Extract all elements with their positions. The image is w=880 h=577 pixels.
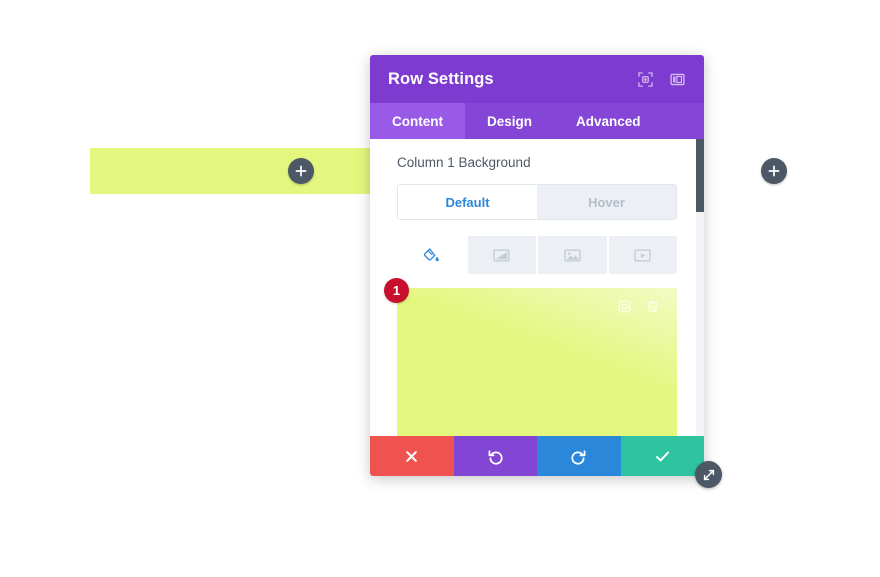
background-gradient-icon[interactable] [468,236,538,274]
add-row-button-right[interactable] [761,158,787,184]
resize-handle[interactable] [695,461,722,488]
modal-tabs: Content Design Advanced [370,103,704,139]
save-button[interactable] [620,436,704,476]
tab-design[interactable]: Design [465,103,554,139]
tab-content[interactable]: Content [370,103,465,139]
modal-title: Row Settings [388,69,494,88]
plus-icon [295,165,307,177]
background-color-preview[interactable]: 1 [384,278,677,436]
resize-diagonal-icon [702,468,716,482]
add-row-button-inline[interactable] [288,158,314,184]
modal-scrollbar-thumb[interactable] [696,139,704,212]
trash-icon[interactable] [645,299,661,315]
tab-advanced[interactable]: Advanced [554,103,663,139]
plus-icon [768,165,780,177]
layout-columns-icon[interactable] [664,66,690,92]
section-title: Column 1 Background [397,155,531,170]
background-color-icon[interactable] [397,236,468,274]
undo-icon [487,448,504,465]
background-image-icon[interactable] [538,236,609,274]
modal-header[interactable]: Row Settings [370,55,704,103]
undo-button[interactable] [453,436,537,476]
status-badge: 1 [384,278,409,303]
state-option-hover[interactable]: Hover [537,185,676,219]
state-option-default[interactable]: Default [398,185,537,219]
close-button[interactable] [370,436,454,476]
page-root: Row Settings Content Design Advanced Col… [0,0,880,577]
focus-icon[interactable] [632,66,658,92]
modal-footer [370,436,704,476]
tabs-filler [663,103,704,139]
row-settings-modal: Row Settings Content Design Advanced Col… [370,55,722,488]
redo-button[interactable] [537,436,621,476]
background-video-icon[interactable] [609,236,678,274]
swatch-tools [617,299,661,315]
redo-icon [570,448,587,465]
modal-body: Column 1 Background Default Hover 1 [370,139,704,436]
color-picker-icon[interactable] [617,299,633,315]
state-toggle-group: Default Hover [397,184,677,220]
check-icon [654,448,671,465]
close-icon [404,449,419,464]
background-type-group [397,236,677,274]
